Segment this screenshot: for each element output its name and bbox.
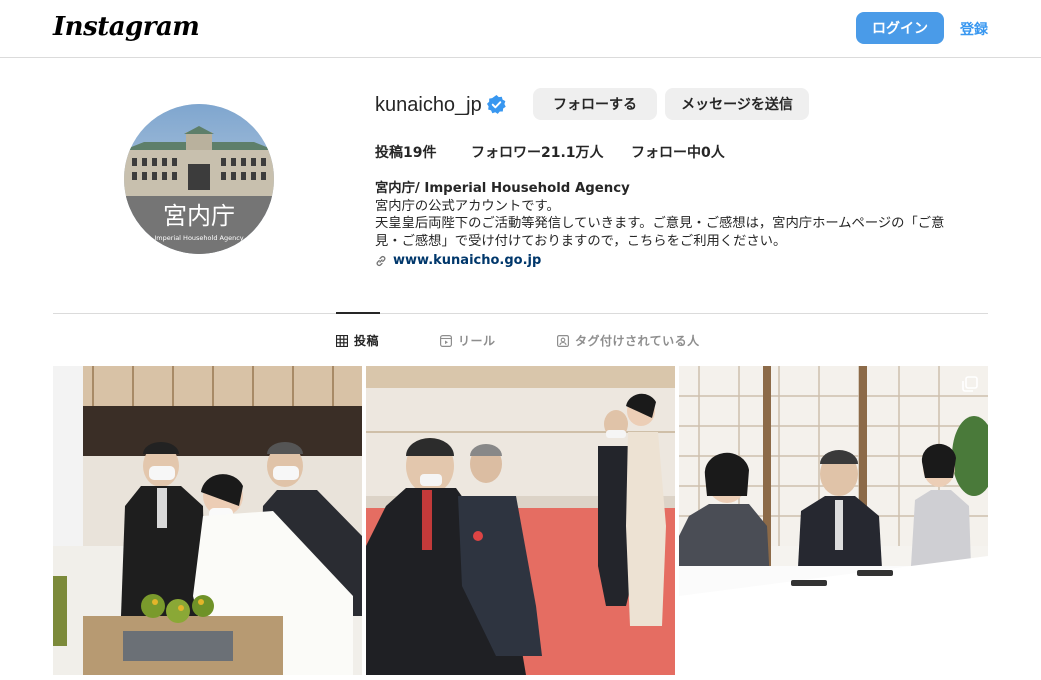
top-nav-bar: Instagram ログイン 登録: [0, 0, 1041, 58]
followers-count[interactable]: フォロワー21.1万人: [471, 142, 604, 162]
instagram-logo[interactable]: Instagram: [53, 12, 200, 42]
website-url[interactable]: www.kunaicho.go.jp: [393, 253, 541, 268]
reels-icon: [440, 334, 452, 347]
following-count[interactable]: フォロー中0人: [631, 142, 725, 162]
tab-reels[interactable]: リール: [440, 332, 496, 349]
message-button[interactable]: メッセージを送信: [665, 88, 809, 120]
tab-label: タグ付けされている人: [575, 334, 700, 348]
link-icon: [376, 255, 386, 266]
avatar-title: 宮内庁: [163, 202, 235, 230]
tagged-icon: [557, 334, 569, 347]
profile-avatar[interactable]: 宮内庁 Imperial Household Agency: [124, 104, 274, 254]
grid-icon: [336, 334, 348, 347]
bio-line: 天皇皇后両陛下のご活動等発信していきます。ご意見・ご感想は，宮内庁ホームページの…: [375, 216, 945, 231]
verified-badge-icon: [487, 95, 506, 114]
profile-display-name: 宮内庁/ Imperial Household Agency: [375, 181, 630, 196]
profile-website-link[interactable]: www.kunaicho.go.jp: [375, 253, 541, 268]
post-thumbnail[interactable]: [53, 366, 362, 675]
tab-tagged[interactable]: タグ付けされている人: [557, 332, 700, 349]
bio-line: 宮内庁の公式アカウントです。: [375, 198, 560, 214]
active-tab-indicator: [336, 312, 380, 314]
tabs-divider: [53, 313, 988, 314]
post-thumbnail[interactable]: [366, 366, 675, 675]
posts-count: 投稿19件: [375, 145, 437, 161]
avatar-subtitle: Imperial Household Agency: [154, 234, 243, 242]
tab-label: リール: [458, 334, 496, 348]
carousel-icon: [962, 376, 978, 392]
post-thumbnail[interactable]: [679, 366, 988, 675]
bio-line: 見・ご感想」で受け付けておりますので，こちらをご利用ください。: [375, 233, 787, 249]
profile-bio: 宮内庁/ Imperial Household Agency 宮内庁の公式アカウ…: [375, 180, 987, 250]
follow-button[interactable]: フォローする: [533, 88, 657, 120]
signup-link[interactable]: 登録: [960, 19, 988, 39]
profile-username: kunaicho_jp: [375, 94, 482, 116]
tab-label: 投稿: [354, 334, 380, 348]
login-button[interactable]: ログイン: [856, 12, 944, 44]
tab-posts[interactable]: 投稿: [336, 332, 379, 349]
